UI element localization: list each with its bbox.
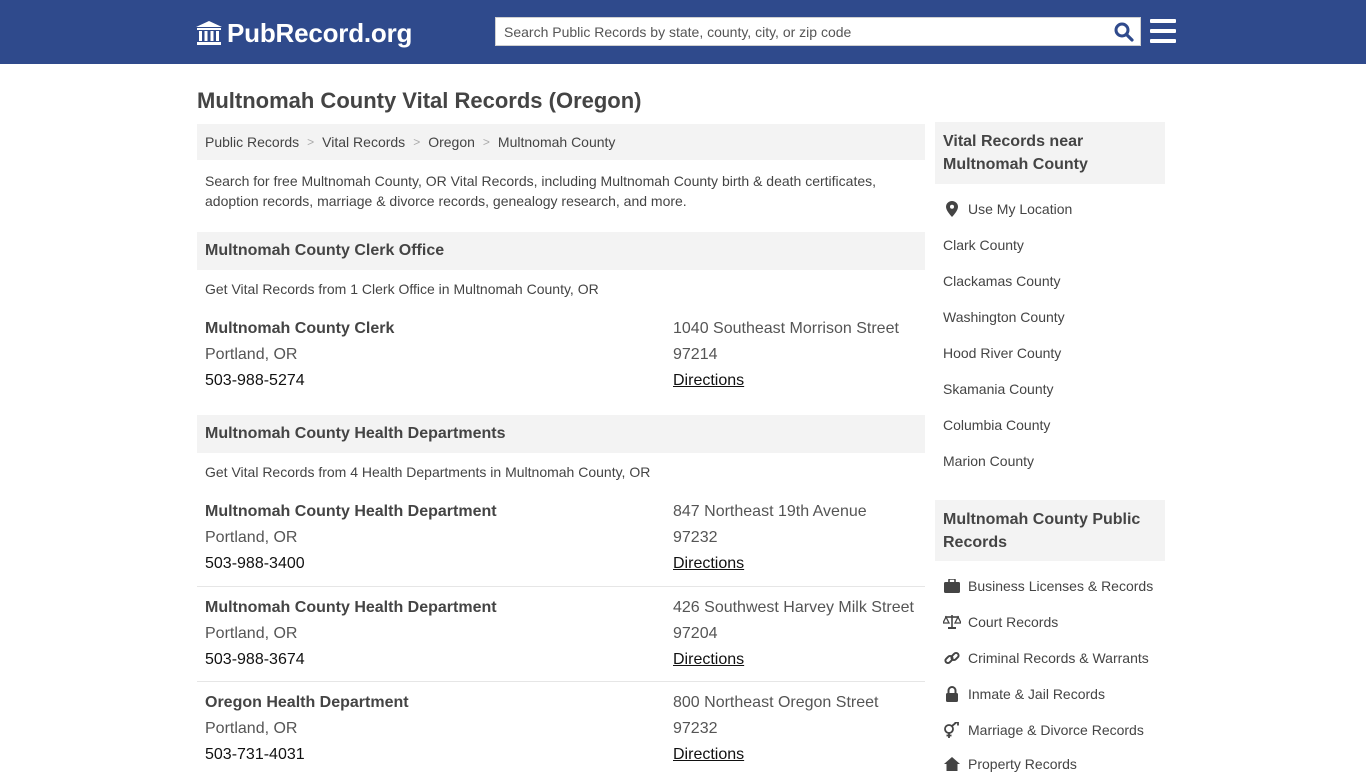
menu-hamburger-icon[interactable] [1150, 19, 1176, 43]
directions-link[interactable]: Directions [673, 372, 744, 390]
public-record-link-marriage[interactable]: Marriage & Divorce Records [943, 722, 1144, 738]
page-title: Multnomah County Vital Records (Oregon) [197, 88, 642, 113]
listing-zip: 97232 [673, 529, 718, 546]
public-record-label: Business Licenses & Records [968, 578, 1154, 594]
chevron-right-icon: > [482, 135, 490, 149]
listing-item: Multnomah County Health Department Portl… [197, 499, 925, 594]
listing-phone[interactable]: 503-988-3674 [205, 651, 305, 669]
chevron-right-icon: > [307, 135, 315, 149]
listing-item: Multnomah County Health Department Portl… [197, 586, 925, 681]
listing-city: Portland, OR [205, 720, 298, 737]
sidebar-public-records-heading: Multnomah County Public Records [935, 500, 1165, 561]
listing-phone[interactable]: 503-731-4031 [205, 746, 305, 764]
public-record-link-court[interactable]: Court Records [943, 614, 1058, 630]
public-record-label: Marriage & Divorce Records [968, 722, 1144, 738]
nearby-county-link[interactable]: Washington County [943, 309, 1065, 325]
public-record-link-property[interactable]: Property Records [943, 756, 1077, 772]
nearby-county-link[interactable]: Skamania County [943, 381, 1054, 397]
briefcase-icon [943, 578, 961, 594]
search-input[interactable] [496, 18, 1108, 45]
listing-phone[interactable]: 503-988-3400 [205, 555, 305, 573]
listing-name[interactable]: Multnomah County Health Department [205, 599, 497, 617]
listing-name[interactable]: Oregon Health Department [205, 694, 409, 712]
section-heading-health: Multnomah County Health Departments [197, 415, 925, 453]
listing-city: Portland, OR [205, 529, 298, 546]
public-record-label: Court Records [968, 614, 1059, 630]
listing-city: Portland, OR [205, 625, 298, 642]
home-icon [943, 756, 961, 772]
breadcrumb-vital-records[interactable]: Vital Records [322, 134, 405, 150]
map-marker-icon [943, 201, 961, 217]
nearby-county-link[interactable]: Clackamas County [943, 273, 1061, 289]
public-record-link-inmate[interactable]: Inmate & Jail Records [943, 686, 1105, 702]
public-record-label: Criminal Records & Warrants [968, 650, 1149, 666]
site-header: PubRecord.org [0, 0, 1366, 64]
logo-text: PubRecord.org [227, 17, 413, 48]
listing-name[interactable]: Multnomah County Clerk [205, 320, 394, 338]
listing-item: Oregon Health Department Portland, OR 50… [197, 681, 925, 768]
chevron-right-icon: > [413, 135, 421, 149]
directions-link[interactable]: Directions [673, 651, 744, 669]
directions-link[interactable]: Directions [673, 555, 744, 573]
scale-icon [943, 614, 961, 630]
listing-street: 800 Northeast Oregon Street [673, 694, 879, 711]
public-record-link-business[interactable]: Business Licenses & Records [943, 578, 1153, 594]
listing-street: 1040 Southeast Morrison Street [673, 320, 899, 337]
directions-link[interactable]: Directions [673, 746, 744, 764]
search-box [495, 17, 1141, 46]
listing-street: 847 Northeast 19th Avenue [673, 503, 867, 520]
section-description: Get Vital Records from 4 Health Departme… [205, 464, 651, 480]
public-record-label: Property Records [968, 756, 1077, 772]
use-location-link[interactable]: Use My Location [943, 201, 1072, 217]
search-button[interactable] [1108, 18, 1140, 45]
public-record-link-criminal[interactable]: Criminal Records & Warrants [943, 650, 1149, 666]
nearby-county-link[interactable]: Marion County [943, 453, 1034, 469]
breadcrumb-current: Multnomah County [497, 134, 616, 150]
nearby-county-link[interactable]: Columbia County [943, 417, 1050, 433]
link-icon [943, 650, 961, 666]
intro-text: Search for free Multnomah County, OR Vit… [205, 173, 877, 209]
listing-zip: 97214 [673, 346, 718, 363]
use-location-label: Use My Location [968, 201, 1073, 217]
public-record-label: Inmate & Jail Records [968, 686, 1105, 702]
listing-zip: 97232 [673, 720, 718, 737]
nearby-county-link[interactable]: Clark County [943, 237, 1024, 253]
breadcrumb-public-records[interactable]: Public Records [205, 134, 299, 150]
listing-phone[interactable]: 503-988-5274 [205, 372, 305, 390]
listing-zip: 97204 [673, 625, 718, 642]
breadcrumb: Public Records > Vital Records > Oregon … [197, 124, 925, 160]
site-logo[interactable]: PubRecord.org [195, 16, 412, 50]
section-description: Get Vital Records from 1 Clerk Office in… [205, 281, 599, 297]
listing-street: 426 Southwest Harvey Milk Street [673, 599, 914, 616]
section-heading-clerk: Multnomah County Clerk Office [197, 232, 925, 270]
search-icon [1114, 22, 1134, 42]
venus-mars-icon [943, 722, 961, 738]
listing-name[interactable]: Multnomah County Health Department [205, 503, 497, 521]
courthouse-icon [196, 21, 222, 45]
listing-item: Multnomah County Clerk Portland, OR 503-… [197, 316, 925, 411]
sidebar-nearby-heading: Vital Records near Multnomah County [935, 122, 1165, 184]
nearby-county-link[interactable]: Hood River County [943, 345, 1061, 361]
lock-icon [943, 686, 961, 702]
listing-city: Portland, OR [205, 346, 298, 363]
breadcrumb-oregon[interactable]: Oregon [428, 134, 475, 150]
